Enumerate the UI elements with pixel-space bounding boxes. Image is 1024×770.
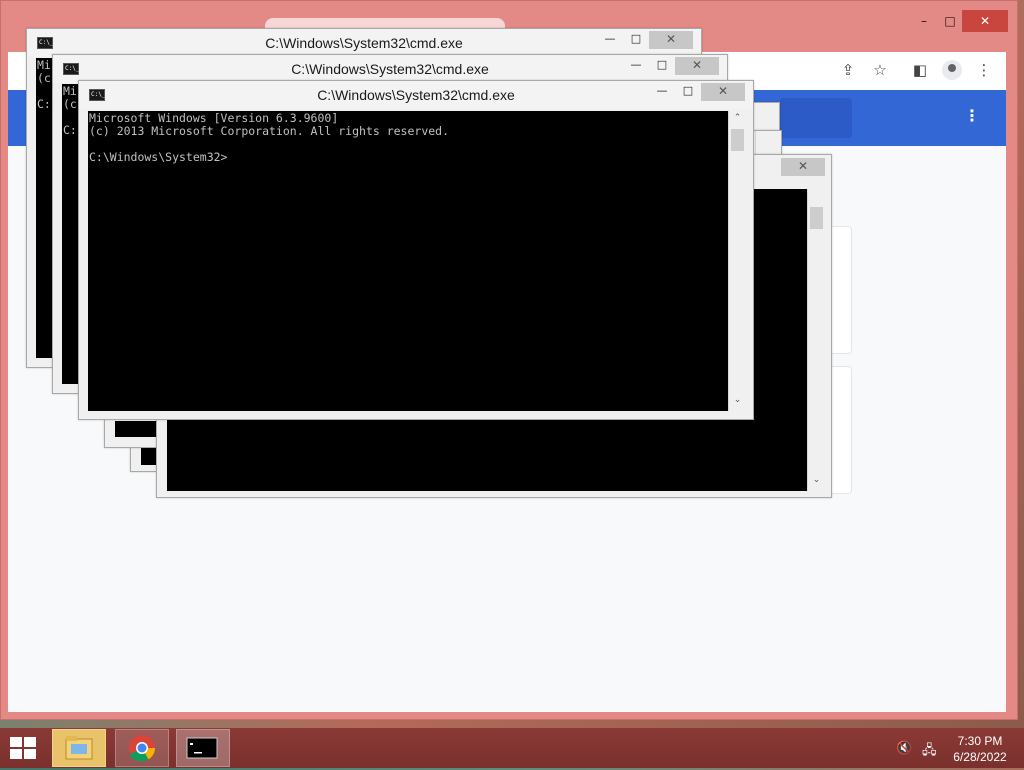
minimize-button[interactable]: — (649, 83, 675, 101)
windows-logo-icon (10, 737, 22, 747)
windows-logo-icon (10, 749, 22, 759)
chrome-maximize-button[interactable]: □ (936, 10, 964, 32)
command-prompt-icon (186, 737, 218, 759)
maximize-button[interactable]: □ (675, 83, 701, 101)
taskbar-chrome[interactable] (115, 729, 169, 767)
taskbar-command-prompt[interactable] (176, 729, 230, 767)
minimize-button[interactable]: — (597, 31, 623, 49)
maximize-button[interactable]: □ (623, 31, 649, 49)
vertical-scrollbar[interactable]: ⌃ ⌄ (728, 111, 745, 411)
close-button[interactable]: ✕ (781, 158, 825, 176)
more-options-icon[interactable]: ⋮ (962, 106, 982, 125)
minimize-button[interactable]: — (623, 57, 649, 75)
console-output[interactable]: Microsoft Windows [Version 6.3.9600] (c) … (88, 111, 728, 411)
profile-avatar-icon[interactable] (942, 60, 962, 80)
side-panel-icon[interactable]: ◧ (908, 58, 932, 82)
cmd-window-active[interactable]: C:\_ C:\Windows\System32\cmd.exe — □ ✕ M… (78, 80, 754, 420)
maximize-button[interactable]: □ (649, 57, 675, 75)
chrome-icon (129, 735, 156, 762)
close-button[interactable]: ✕ (675, 57, 719, 75)
windows-logo-icon (24, 749, 36, 759)
vertical-scrollbar[interactable]: ⌄ (807, 189, 824, 491)
console-prompt: C:\Windows\System32> (89, 150, 228, 164)
taskbar-file-explorer[interactable] (52, 729, 106, 767)
volume-muted-icon[interactable]: 🔇 (896, 741, 912, 756)
chrome-minimize-button[interactable]: – (910, 10, 938, 32)
scroll-up-icon[interactable]: ⌃ (729, 113, 746, 123)
chrome-menu-icon[interactable]: ⋮ (972, 58, 996, 82)
close-button[interactable]: ✕ (649, 31, 693, 49)
folder-icon (65, 736, 93, 760)
console-line: (c) 2013 Microsoft Corporation. All righ… (89, 124, 450, 138)
share-icon[interactable]: ⇪ (836, 58, 860, 82)
header-action-area[interactable] (780, 98, 852, 138)
network-icon[interactable]: 🖧 (922, 741, 937, 763)
scroll-down-icon[interactable]: ⌄ (808, 475, 825, 485)
taskbar-clock[interactable]: 7:30 PM 6/28/2022 (940, 733, 1020, 765)
close-button[interactable]: ✕ (701, 83, 745, 101)
windows-logo-icon (24, 737, 36, 747)
scroll-thumb[interactable] (810, 207, 823, 229)
bookmark-star-icon[interactable]: ☆ (868, 58, 892, 82)
scroll-down-icon[interactable]: ⌄ (729, 395, 746, 405)
clock-date: 6/28/2022 (953, 750, 1007, 764)
clock-time: 7:30 PM (957, 734, 1003, 748)
chrome-close-button[interactable]: ✕ (962, 10, 1008, 32)
start-button[interactable] (10, 737, 38, 761)
scroll-thumb[interactable] (731, 129, 744, 151)
